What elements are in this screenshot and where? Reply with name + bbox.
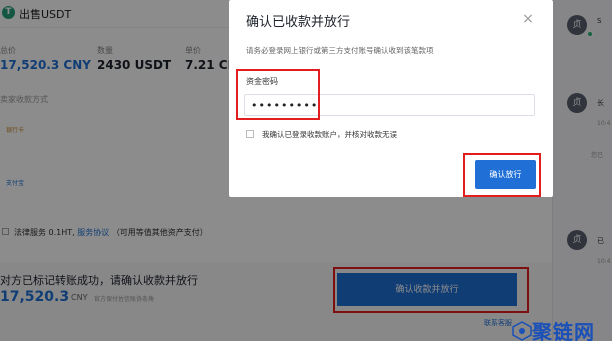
confirm-received-checkbox[interactable] (246, 130, 254, 138)
confirm-release-dialog: 确认已收款并放行 × 请务必登录网上银行或第三方支付账号确认收到该笔款项 资金密… (229, 0, 553, 197)
highlight-frame-confirm-button (463, 153, 541, 197)
confirm-received-label[interactable]: 我确认已登录收款账户，并核对收款无误 (262, 129, 397, 140)
watermark-text: 聚链网 (532, 320, 595, 341)
dialog-description: 请务必登录网上银行或第三方支付账号确认收到该笔款项 (246, 46, 434, 55)
watermark-logo-icon (512, 321, 532, 341)
close-icon[interactable]: × (521, 12, 535, 26)
highlight-frame-password (236, 69, 320, 120)
dialog-title: 确认已收款并放行 (246, 15, 351, 30)
